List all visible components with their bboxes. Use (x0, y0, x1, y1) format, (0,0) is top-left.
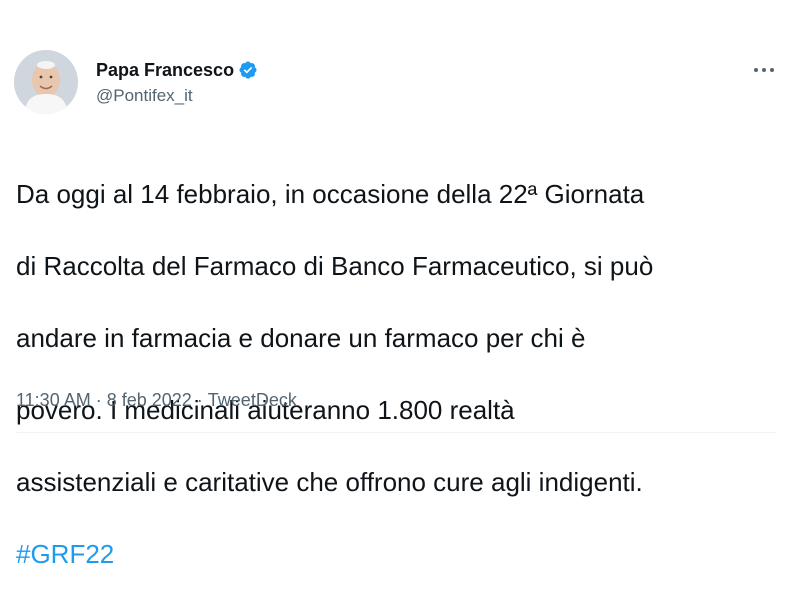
tweet-meta: 11:30 AM · 8 feb 2022 · TweetDeck (16, 388, 297, 412)
tweet-text-line: andare in farmacia e donare un farmaco p… (16, 323, 586, 353)
tweet-text-line: di Raccolta del Farmaco di Banco Farmace… (16, 251, 654, 281)
avatar[interactable] (14, 50, 78, 114)
tweet-card: Papa Francesco @Pontifex_it Da oggi al 1… (0, 0, 800, 569)
verified-badge-icon (238, 60, 258, 80)
meta-separator: · (191, 390, 208, 410)
author-handle[interactable]: @Pontifex_it (96, 84, 258, 108)
divider (16, 432, 776, 433)
tweet-text: Da oggi al 14 febbraio, in occasione del… (16, 140, 786, 608)
tweet-time[interactable]: 11:30 AM (16, 388, 91, 412)
author-name[interactable]: Papa Francesco (96, 58, 234, 82)
avatar-image (14, 50, 78, 114)
more-options-icon[interactable] (748, 58, 780, 82)
tweet-date[interactable]: 8 feb 2022 (107, 388, 192, 412)
author-info: Papa Francesco @Pontifex_it (96, 58, 258, 108)
meta-separator: · (90, 390, 107, 410)
author-name-row: Papa Francesco (96, 58, 258, 82)
more-dot (762, 68, 766, 72)
more-dot (754, 68, 758, 72)
more-dot (770, 68, 774, 72)
tweet-text-line: assistenziali e caritative che offrono c… (16, 467, 643, 497)
tweet-source[interactable]: TweetDeck (208, 388, 297, 412)
hashtag-link[interactable]: #GRF22 (16, 536, 786, 572)
tweet-text-line: Da oggi al 14 febbraio, in occasione del… (16, 179, 645, 209)
